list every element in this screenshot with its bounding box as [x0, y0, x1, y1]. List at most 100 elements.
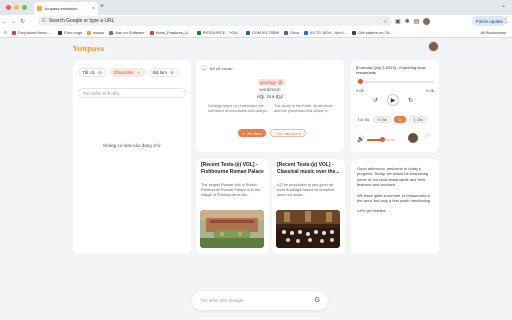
bookmark-favicon-icon	[245, 30, 250, 35]
filter-done[interactable]: Đã làm 0	[148, 68, 180, 77]
filter-todo[interactable]: Chưa làm 0	[109, 68, 146, 77]
browser-tab[interactable]: Youpass extension ×	[34, 2, 98, 15]
article-title: [Recent Tests-(ẹ̀) VOL] - Fishbourne Rom…	[201, 162, 264, 175]
bookmark-favicon-icon	[196, 30, 201, 35]
bookmark-star-icon[interactable]: ☆	[383, 18, 388, 25]
bookmark-item[interactable]: Dropdown Menu -...	[11, 30, 54, 35]
extension-icon[interactable]: ▣	[395, 18, 401, 25]
profile-avatar[interactable]	[423, 18, 431, 25]
bookmark-label: Joel on Software	[114, 30, 145, 35]
speed-option[interactable]: 1x	[394, 116, 407, 123]
filter-all[interactable]: Tất cả 0	[78, 68, 107, 77]
speed-option[interactable]: 1.25x	[409, 116, 428, 123]
bookmark-label: IELTS 1604 - Nên l...	[310, 30, 348, 35]
app-logo: Youpass	[73, 44, 105, 53]
bookmark-favicon-icon	[284, 30, 289, 35]
bookmark-item[interactable]: IELTS 1604 - Nên l...	[304, 30, 347, 35]
highlighted-word[interactable]: geology ×	[258, 79, 285, 86]
task-panel: Tất cả 0 Chưa làm 0 Đã làm 0 Tìm kiếm tình …	[73, 60, 191, 254]
maximize-window-button[interactable]	[22, 5, 27, 10]
sidepanel-icon[interactable]: ▤	[414, 18, 420, 25]
bookmark-label: Nomi_Features_Li...	[155, 30, 192, 35]
article-card[interactable]: [Recent Tests-(ẹ̀) VOL] - Classical musi…	[272, 159, 345, 254]
audio-time-current: 0:00	[356, 88, 364, 93]
article-description: A [The production of any good art work i…	[277, 183, 336, 197]
bookmark-favicon-icon	[352, 30, 357, 35]
filter-count: 0	[169, 70, 176, 75]
close-window-button[interactable]	[6, 5, 11, 10]
article-title: [Recent Tests-(ẹ̀) VOL] - Classical musi…	[277, 162, 340, 175]
google-search-placeholder: Tìm kiếm trên Google	[200, 298, 244, 303]
bookmark-item[interactable]: Nomi_Features_Li...	[149, 30, 192, 35]
google-search-box[interactable]: Tìm kiếm trên Google G	[192, 291, 328, 310]
transcript-paragraph: We have quite a number of restaurants in…	[357, 192, 432, 204]
bookmark-item[interactable]: Docs	[284, 30, 299, 35]
bookmark-favicon-icon	[304, 30, 309, 35]
bookmark-label: Get started on TA...	[358, 30, 393, 35]
tab-favicon-icon	[37, 6, 42, 11]
new-tab-button[interactable]: +	[100, 3, 104, 10]
forward-icon[interactable]: →	[9, 19, 18, 25]
vocab-actions: ✓ Đã thêm Tìm hiểu thêm	[238, 129, 307, 137]
bookmark-label: COM IELTSBM	[251, 30, 280, 35]
filter-count: 0	[96, 70, 103, 75]
orchestra-illustration	[276, 210, 340, 248]
menu-kebab-icon[interactable]: ⋮	[503, 17, 509, 24]
rewind-icon[interactable]: ↺	[373, 97, 378, 104]
word-ipa: /dʒi ˈɒl.ə.dʒi/	[257, 94, 283, 99]
bookmark-item[interactable]: Ehrc bugs	[58, 30, 82, 35]
bookmark-item[interactable]: RESOURCE - YOU...	[196, 30, 241, 35]
word-type: word/noun	[259, 87, 281, 92]
bookmark-label: Ehrc bugs	[64, 30, 83, 35]
volume-slider[interactable]	[367, 136, 396, 142]
bookmark-item[interactable]: assba	[87, 30, 104, 35]
puzzle-icon[interactable]: ✱	[405, 18, 410, 25]
remove-word-icon[interactable]: ×	[277, 80, 283, 85]
article-card[interactable]: [Recent Tests-(ẹ̀) VOL] - Fishbourne Rom…	[196, 159, 269, 254]
apps-grid-icon[interactable]: ⠿	[4, 30, 7, 35]
bookmarks-bar: ⠿ Dropdown Menu -... Ehrc bugs assba Joe…	[0, 28, 512, 38]
audio-progress-handle[interactable]	[357, 79, 363, 84]
play-button[interactable]: ▶	[387, 94, 400, 106]
transcript-paragraph: Let's get started.	[357, 208, 387, 214]
bookmark-label: Dropdown Menu -...	[17, 30, 54, 35]
learn-more-button[interactable]: Tìm hiểu thêm	[270, 129, 307, 137]
filter-count: 0	[135, 70, 142, 75]
bookmark-item[interactable]: COM IELTSBM	[245, 30, 280, 35]
saved-label: Đã thêm	[247, 130, 263, 136]
bookmark-favicon-icon	[87, 30, 92, 35]
bookmark-item[interactable]: Joel on Software	[108, 30, 145, 35]
minimize-window-button[interactable]	[14, 5, 19, 10]
all-bookmarks-button[interactable]: All Bookmarks	[480, 30, 506, 35]
finish-update-button[interactable]: Finish update	[472, 16, 508, 26]
tab-strip: Youpass extension × + ⌄	[0, 0, 512, 15]
heart-icon[interactable]: ♡	[424, 133, 430, 141]
bookmark-item[interactable]: Get started on TA...	[352, 30, 393, 35]
back-icon[interactable]: ←	[0, 19, 9, 25]
bookmark-label: assba	[93, 30, 104, 35]
article-description: The largest Roman villa in Britain Fishb…	[201, 183, 261, 197]
chevron-down-icon[interactable]: ⌄	[201, 65, 207, 71]
volume-control: 🔊	[357, 136, 396, 143]
reload-icon[interactable]: ↻	[18, 18, 27, 25]
tab-search-chevron-icon[interactable]: ⌄	[501, 2, 506, 9]
bookmark-label: RESOURCE - YOU...	[202, 30, 241, 35]
saved-button[interactable]: ✓ Đã thêm	[238, 129, 267, 137]
volume-icon[interactable]: 🔊	[357, 136, 364, 143]
speed-control: Tốc độ: 0.75x 1x 1.25x	[357, 116, 428, 123]
word-definition: The study of the Earth, its structure an…	[274, 104, 334, 113]
tab-close-icon[interactable]: ×	[92, 6, 95, 12]
forward-icon[interactable]: ↻	[408, 97, 413, 104]
bookmark-favicon-icon	[108, 30, 113, 35]
task-search-input[interactable]: Tìm kiếm tình nền...	[78, 88, 186, 98]
article-image-palace	[200, 210, 264, 248]
user-avatar[interactable]	[428, 41, 439, 52]
empty-state-text: Không có task nào đang chờ	[103, 143, 161, 148]
address-bar[interactable]: G Search Google or type a URL ☆	[38, 16, 392, 26]
speed-label: Tốc độ:	[357, 117, 371, 122]
speed-option[interactable]: 0.75x	[373, 116, 392, 123]
volume-handle[interactable]	[380, 136, 386, 142]
audio-progress-bar[interactable]	[356, 81, 434, 83]
extension-page: Youpass Tất cả 0 Chưa làm 0 Đã làm 0 Tìm ki…	[0, 38, 512, 320]
bookmark-label: Docs	[290, 30, 300, 35]
